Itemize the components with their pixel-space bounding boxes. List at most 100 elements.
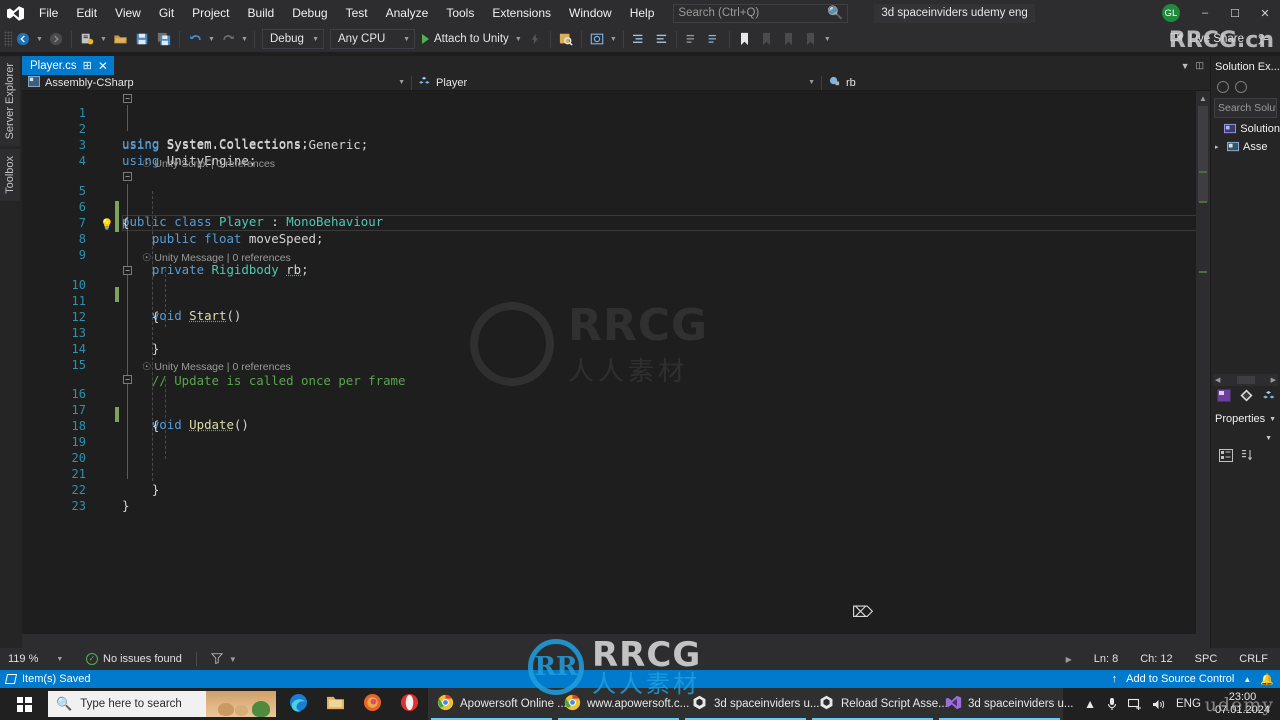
volume-icon[interactable]	[1152, 698, 1166, 711]
save-icon[interactable]	[131, 28, 153, 50]
menu-debug[interactable]: Debug	[283, 0, 336, 26]
vertical-tab-server-explorer[interactable]: Server Explorer	[0, 56, 20, 147]
issue-filter[interactable]: ▼	[210, 652, 237, 667]
scroll-left-icon[interactable]: ◀	[1215, 376, 1220, 384]
quick-launch-search[interactable]: Search (Ctrl+Q) 🔍	[673, 3, 849, 23]
categorized-view-icon[interactable]	[1219, 449, 1233, 465]
comment-icon[interactable]	[681, 28, 703, 50]
menu-tools[interactable]: Tools	[437, 0, 483, 26]
scroll-thumb[interactable]	[1236, 376, 1255, 384]
collapse-all-icon[interactable]	[1235, 81, 1247, 93]
account-avatar[interactable]: GL	[1162, 4, 1180, 22]
alphabetical-view-icon[interactable]	[1241, 449, 1255, 465]
undo-icon[interactable]	[184, 28, 206, 50]
microphone-icon[interactable]	[1106, 697, 1118, 712]
code-editor[interactable]: 1 − using System.Collections; 2 using Sy…	[22, 91, 1210, 648]
bookmark-icon[interactable]	[734, 28, 756, 50]
status-overflow-icon[interactable]: ▶	[1066, 655, 1072, 664]
nav-project-dropdown[interactable]: Assembly-CSharp ▼	[22, 75, 412, 90]
editor-vertical-scrollbar[interactable]: ▲ ▼	[1196, 91, 1210, 648]
find-in-files-icon[interactable]	[555, 28, 577, 50]
vertical-tab-toolbox[interactable]: Toolbox	[0, 149, 20, 202]
minimize-button[interactable]: –	[1190, 0, 1220, 26]
chevron-down-icon[interactable]: ▼	[1265, 435, 1272, 442]
open-file-icon[interactable]	[109, 28, 131, 50]
pin-icon[interactable]: ⊞	[83, 59, 92, 72]
close-icon[interactable]: ✕	[98, 59, 108, 73]
outdent-icon[interactable]	[650, 28, 672, 50]
git-changes-tab[interactable]	[1240, 389, 1253, 405]
new-project-icon[interactable]	[76, 28, 98, 50]
menu-build[interactable]: Build	[239, 0, 284, 26]
show-hidden-icons-icon[interactable]: ▲	[1084, 697, 1096, 711]
solution-platform-combo[interactable]: Any CPU ▼	[330, 29, 415, 49]
menu-view[interactable]: View	[106, 0, 150, 26]
undo-dropdown[interactable]: ▼	[206, 28, 217, 50]
menu-help[interactable]: Help	[621, 0, 664, 26]
tree-item-solution[interactable]: Solution	[1211, 120, 1280, 138]
solution-search-input[interactable]: Search Solu 🔍	[1214, 98, 1277, 118]
class-view-tab[interactable]	[1262, 390, 1276, 405]
toolbar-grip[interactable]	[4, 31, 12, 47]
spaces-indicator[interactable]: SPC	[1195, 653, 1218, 665]
chevron-down-icon[interactable]: ▼	[1269, 416, 1276, 423]
new-project-dropdown[interactable]: ▼	[98, 28, 109, 50]
uncomment-icon[interactable]	[703, 28, 725, 50]
navigate-back-icon[interactable]	[12, 28, 34, 50]
menu-git[interactable]: Git	[150, 0, 183, 26]
fold-toggle-icon[interactable]: −	[123, 266, 132, 275]
code-text-area[interactable]: 1 − using System.Collections; 2 using Sy…	[22, 91, 1210, 648]
menu-test[interactable]: Test	[337, 0, 377, 26]
fold-toggle-icon[interactable]: −	[123, 375, 132, 384]
taskbar-item-visual-studio[interactable]: 3d spaceinviders u...	[936, 688, 1073, 720]
taskbar-item-unity-project[interactable]: 3d spaceinviders u...	[682, 688, 819, 720]
editor-horizontal-scrollbar[interactable]	[22, 634, 1210, 648]
tab-player-cs[interactable]: Player.cs ⊞ ✕	[22, 56, 114, 75]
taskbar-item-firefox[interactable]	[354, 688, 391, 720]
menu-analyze[interactable]: Analyze	[377, 0, 438, 26]
language-indicator[interactable]: ENG	[1176, 698, 1201, 710]
close-button[interactable]: ✕	[1250, 0, 1280, 26]
nav-member-dropdown[interactable]: rb	[822, 76, 1210, 90]
attach-dropdown[interactable]: ▼	[513, 28, 524, 50]
tree-item-assets[interactable]: ▸ Asse	[1211, 138, 1280, 156]
lightbulb-icon[interactable]: 💡	[100, 218, 114, 231]
split-view-icon[interactable]: ◫	[1195, 60, 1204, 71]
menu-extensions[interactable]: Extensions	[483, 0, 560, 26]
fold-toggle-icon[interactable]: −	[123, 172, 132, 181]
taskbar-item-reload-script-assemblies[interactable]: Reload Script Asse...	[809, 688, 948, 720]
chevron-down-icon[interactable]: ▼	[56, 656, 63, 663]
refresh-icon[interactable]	[1217, 81, 1229, 93]
scroll-thumb[interactable]	[1198, 106, 1208, 202]
chevron-down-icon[interactable]: ▼	[229, 655, 237, 664]
taskbar-item-file-explorer[interactable]	[317, 688, 354, 720]
tab-overflow-icon[interactable]: ▼	[1181, 61, 1190, 71]
solution-explorer-hscroll[interactable]: ◀ ▶	[1213, 374, 1278, 386]
line-ending-indicator[interactable]: CRLF	[1239, 653, 1268, 665]
menu-window[interactable]: Window	[560, 0, 621, 26]
redo-icon[interactable]	[217, 28, 239, 50]
menu-project[interactable]: Project	[183, 0, 238, 26]
navigate-back-dropdown[interactable]: ▼	[34, 28, 45, 50]
screen-capture-icon[interactable]	[586, 28, 608, 50]
taskbar-item-apowersoft-online[interactable]: Apowersoft Online ...	[428, 688, 567, 720]
scroll-right-icon[interactable]: ▶	[1271, 376, 1276, 384]
taskbar-search-box[interactable]: 🔍 Type here to search	[48, 691, 276, 717]
solution-configuration-combo[interactable]: Debug ▼	[262, 29, 324, 49]
network-icon[interactable]	[1128, 698, 1142, 711]
solution-explorer-tab[interactable]	[1217, 389, 1231, 405]
issues-indicator[interactable]: ✓ No issues found	[72, 653, 182, 665]
taskbar-item-opera[interactable]	[391, 688, 428, 720]
fold-toggle-icon[interactable]: −	[123, 94, 132, 103]
windows-start-button[interactable]	[0, 688, 48, 720]
indent-icon[interactable]	[628, 28, 650, 50]
navigate-forward-icon[interactable]	[45, 28, 67, 50]
menu-file[interactable]: File	[30, 0, 67, 26]
expander-icon[interactable]: ▸	[1215, 143, 1224, 151]
menu-edit[interactable]: Edit	[67, 0, 106, 26]
attach-to-unity-button[interactable]: Attach to Unity	[418, 28, 513, 50]
taskbar-item-apowersoft-site[interactable]: www.apowersoft.c...	[555, 688, 689, 720]
add-to-source-control-button[interactable]: Add to Source Control	[1126, 673, 1234, 685]
redo-dropdown[interactable]: ▼	[239, 28, 250, 50]
toolbar-overflow[interactable]: ▼	[822, 28, 833, 50]
